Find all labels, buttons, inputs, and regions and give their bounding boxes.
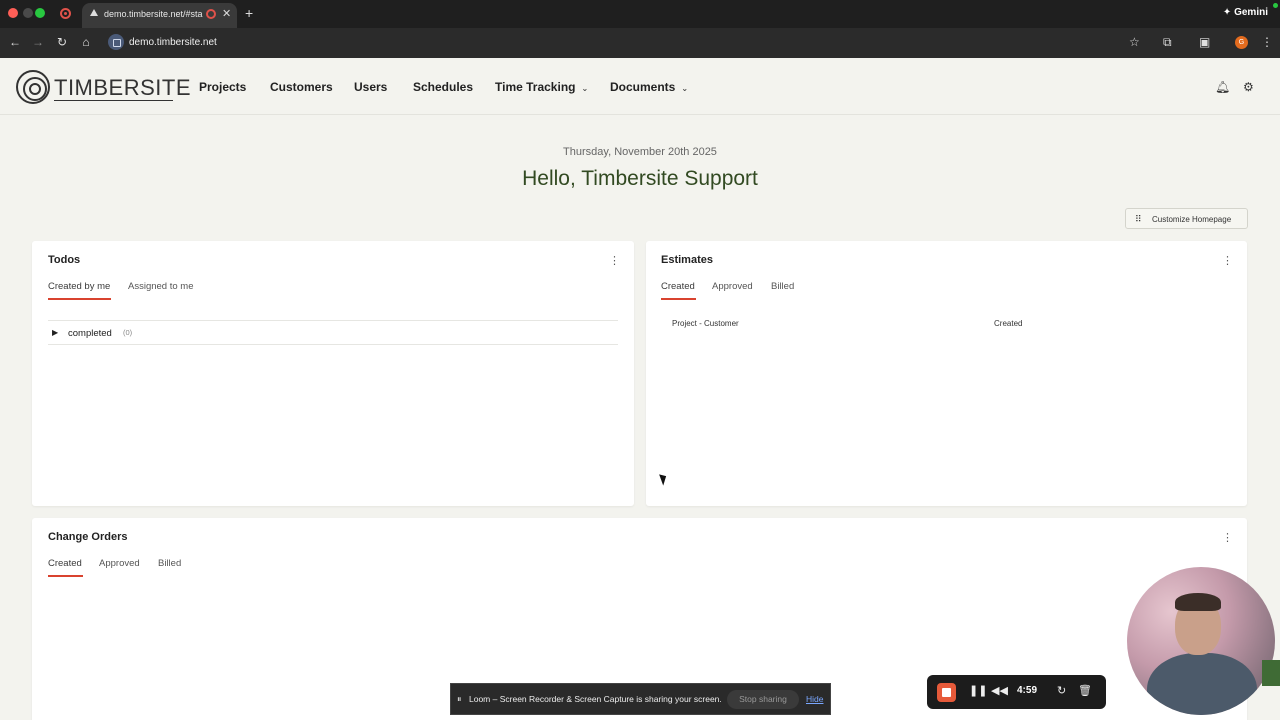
user-settings-icon[interactable]: ⚙: [1243, 80, 1254, 94]
tab-approved[interactable]: Approved: [99, 558, 140, 569]
nav-projects[interactable]: Projects: [199, 80, 246, 94]
browser-toolbar: ← → ↻ ⌂ demo.timbersite.net ☆ ⧉ ▣ G ⋮: [0, 28, 1280, 58]
webcam-person-hair: [1175, 593, 1221, 611]
nav-time-tracking-label: Time Tracking: [495, 80, 576, 94]
current-date: Thursday, November 20th 2025: [563, 146, 717, 158]
drag-handle-icon[interactable]: ⏸: [457, 694, 462, 705]
side-widget: [1262, 660, 1280, 686]
pause-icon[interactable]: ❚❚: [969, 684, 987, 697]
nav-customers[interactable]: Customers: [270, 80, 333, 94]
bookmark-star-icon[interactable]: ☆: [1129, 35, 1140, 49]
tab-billed[interactable]: Billed: [771, 281, 794, 292]
estimates-more-icon[interactable]: ⋮: [1222, 254, 1233, 267]
column-header-created[interactable]: Created: [994, 319, 1022, 328]
sharing-status-text: Loom – Screen Recorder & Screen Capture …: [469, 694, 722, 704]
app-header: TIMBERSITE Projects Customers Users Sche…: [0, 58, 1280, 115]
estimates-card: Estimates ⋮ Created Approved Billed Proj…: [646, 241, 1247, 506]
nav-time-tracking[interactable]: Time Tracking ⌄: [495, 80, 588, 94]
timbersite-logo-icon[interactable]: [16, 70, 50, 104]
change-orders-title: Change Orders: [48, 531, 128, 543]
estimates-title: Estimates: [661, 254, 713, 266]
extensions-icon[interactable]: ⧉: [1163, 35, 1172, 50]
site-info-icon[interactable]: [108, 34, 124, 50]
window-close-button[interactable]: [8, 8, 18, 18]
nav-users[interactable]: Users: [354, 80, 387, 94]
address-bar[interactable]: demo.timbersite.net: [129, 37, 217, 48]
back-arrow-icon[interactable]: ←: [8, 35, 22, 49]
customize-homepage-button[interactable]: ⠿ Customize Homepage: [1125, 208, 1248, 229]
column-header-project-customer[interactable]: Project - Customer: [672, 319, 739, 328]
tab-created[interactable]: Created: [661, 281, 695, 292]
window-minimize-button[interactable]: [23, 8, 33, 18]
reload-icon[interactable]: ↻: [55, 35, 69, 49]
tab-assigned-to-me[interactable]: Assigned to me: [128, 281, 193, 292]
tab-billed[interactable]: Billed: [158, 558, 181, 569]
nav-schedules[interactable]: Schedules: [413, 80, 473, 94]
nav-documents-label: Documents: [610, 80, 676, 94]
home-icon[interactable]: ⌂: [79, 35, 93, 49]
forward-arrow-icon[interactable]: →: [31, 35, 45, 49]
tab-search-icon[interactable]: ▣: [1199, 35, 1210, 49]
recording-controls: ❚❚ ◀◀ 4:59 ↻ 🗑︎: [927, 675, 1106, 709]
tab-created-by-me[interactable]: Created by me: [48, 281, 110, 292]
nav-documents[interactable]: Documents ⌄: [610, 80, 688, 94]
rewind-icon[interactable]: ◀◀: [991, 684, 1008, 697]
tab-recording-icon: [206, 9, 216, 19]
tab-created[interactable]: Created: [48, 558, 82, 569]
divider: [48, 320, 618, 321]
browser-tab-bar: demo.timbersite.net/#sta ✕ + ✦ Gemini: [0, 0, 1280, 28]
todos-card: Todos ⋮ Created by me Assigned to me ▶ c…: [32, 241, 634, 506]
restart-icon[interactable]: ↻: [1057, 684, 1066, 697]
change-orders-more-icon[interactable]: ⋮: [1222, 531, 1233, 544]
gemini-button[interactable]: ✦ Gemini: [1223, 7, 1268, 18]
browser-tab[interactable]: demo.timbersite.net/#sta ✕: [82, 3, 237, 28]
recording-indicator-icon: [60, 8, 71, 19]
stop-sharing-button[interactable]: Stop sharing: [727, 690, 799, 709]
gemini-label: Gemini: [1234, 7, 1268, 18]
profile-avatar[interactable]: G: [1235, 36, 1248, 49]
tab-title: demo.timbersite.net/#sta: [104, 9, 203, 19]
tab-approved[interactable]: Approved: [712, 281, 753, 292]
customize-homepage-label: Customize Homepage: [1152, 215, 1232, 224]
trash-icon[interactable]: 🗑︎: [1078, 684, 1092, 697]
page-title: Hello, Timbersite Support: [522, 167, 758, 190]
todos-title: Todos: [48, 254, 81, 266]
chevron-down-icon: ⌄: [681, 84, 689, 93]
site-favicon-icon: [90, 9, 98, 16]
todos-more-icon[interactable]: ⋮: [609, 254, 620, 267]
recording-timer: 4:59: [1017, 685, 1038, 696]
tab-close-icon[interactable]: ✕: [222, 7, 231, 20]
chevron-down-icon: ⌄: [581, 84, 589, 93]
logo-underline: [54, 100, 173, 101]
browser-menu-icon[interactable]: ⋮: [1261, 35, 1273, 49]
completed-count: (0): [123, 328, 133, 337]
grid-icon: ⠿: [1135, 214, 1142, 224]
window-maximize-button[interactable]: [35, 8, 45, 18]
new-tab-button[interactable]: +: [245, 5, 253, 21]
hide-link[interactable]: Hide: [806, 694, 823, 704]
stop-recording-button[interactable]: [937, 683, 956, 702]
screen-sharing-bar: ⏸ Loom – Screen Recorder & Screen Captur…: [450, 683, 831, 715]
divider: [48, 344, 618, 345]
active-tab-indicator: [661, 298, 696, 300]
status-dot-icon: [1273, 3, 1278, 8]
active-tab-indicator: [48, 575, 83, 577]
bell-icon[interactable]: 🔔︎: [1215, 80, 1230, 94]
completed-group-label[interactable]: completed: [68, 328, 112, 339]
expand-triangle-icon[interactable]: ▶: [52, 328, 58, 337]
logo-text[interactable]: TIMBERSITE: [54, 75, 191, 101]
active-tab-indicator: [48, 298, 111, 300]
webcam-person-body: [1147, 653, 1257, 715]
webcam-bubble[interactable]: [1127, 567, 1275, 715]
